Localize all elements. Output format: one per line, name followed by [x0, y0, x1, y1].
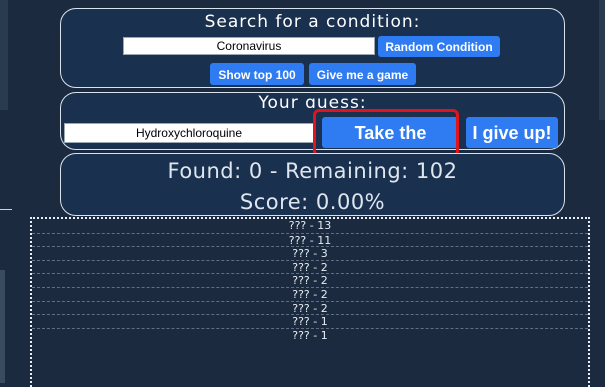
result-row: ??? - 1 [32, 314, 588, 328]
search-panel: Search for a condition: Random Condition… [60, 8, 565, 88]
result-row: ??? - 2 [32, 286, 588, 301]
result-row: ??? - 11 [32, 232, 588, 247]
score-text: Score: 0.00% [239, 190, 386, 214]
guess-heading: Your guess: [258, 93, 367, 113]
result-row: ??? - 1 [32, 327, 588, 342]
background-strip-right [599, 0, 605, 120]
result-row: ??? - 2 [32, 300, 588, 315]
take-the-guess-button[interactable]: Take the guess [322, 117, 459, 174]
score-panel: Found: 0 - Remaining: 102 Score: 0.00% [60, 153, 565, 216]
results-list: ??? - 13 ??? - 11 ??? - 3 ??? - 2 ??? - … [30, 217, 590, 387]
result-row: ??? - 3 [32, 246, 588, 260]
guess-input[interactable] [64, 123, 314, 143]
random-condition-button[interactable]: Random Condition [378, 36, 500, 57]
result-row: ??? - 2 [32, 273, 588, 287]
edge-dash [0, 209, 12, 210]
found-remaining-text: Found: 0 - Remaining: 102 [167, 159, 458, 183]
give-up-button[interactable]: I give up! [466, 117, 558, 148]
condition-search-input[interactable] [123, 37, 375, 55]
result-row: ??? - 2 [32, 259, 588, 274]
result-row: ??? - 13 [288, 219, 332, 232]
background-strip-bottom-left [0, 270, 5, 383]
give-me-a-game-button[interactable]: Give me a game [309, 63, 416, 85]
show-top-100-button[interactable]: Show top 100 [210, 63, 304, 85]
search-heading: Search for a condition: [204, 12, 421, 32]
background-strip-left [0, 0, 8, 110]
guess-panel: Your guess: Take the guess I give up! [60, 92, 565, 174]
